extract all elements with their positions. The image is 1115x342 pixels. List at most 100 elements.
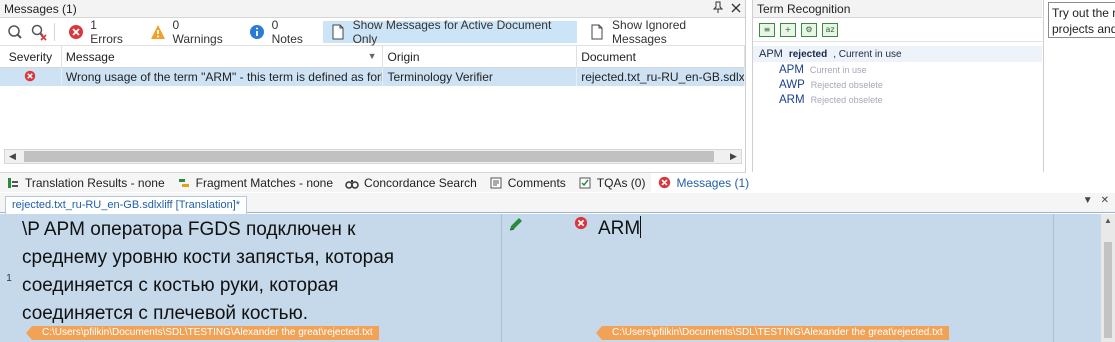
term-source: APM (759, 48, 783, 60)
concordance-icon (345, 176, 359, 190)
term-status: Current in use (809, 64, 867, 75)
clear-messages-icon[interactable] (30, 23, 48, 41)
fragment-matches-icon (177, 176, 191, 190)
source-line: среднему уровню кости запястья, которая (22, 247, 395, 268)
errors-filter-button[interactable]: 1 Errors (61, 17, 137, 46)
error-icon (657, 176, 671, 190)
term-sort-icon[interactable]: az (822, 22, 838, 37)
scroll-thumb[interactable] (24, 151, 714, 162)
term-add-icon[interactable]: + (780, 22, 796, 37)
close-messages-button[interactable] (727, 2, 745, 16)
show-ignored-toggle[interactable]: Show Ignored Messages (583, 17, 745, 46)
tip-line: projects and (1052, 22, 1115, 36)
tip-box[interactable]: Try out the r projects and (1048, 2, 1115, 38)
error-icon[interactable] (574, 216, 588, 233)
target-path-tag: C:\Users\pfilkin\Documents\SDL\TESTING\A… (596, 326, 949, 340)
messages-grid-header: Severity Message ▼ Origin Document (0, 46, 745, 68)
column-header-document[interactable]: Document (577, 46, 745, 68)
source-segment[interactable]: \P APM оператора FGDS подключен к средне… (18, 214, 502, 342)
tab-label: Concordance Search (364, 175, 477, 190)
source-text: \P APM оператора FGDS подключен к средне… (22, 216, 492, 328)
term-entry[interactable]: AWP Rejected obselete (753, 77, 1042, 92)
table-row[interactable]: Wrong usage of the term "ARM" - this ter… (0, 68, 745, 86)
target-text[interactable]: ARM (598, 215, 642, 243)
tab-messages[interactable]: Messages (1) (651, 172, 756, 193)
scroll-thumb[interactable] (1104, 242, 1112, 338)
tab-list-dropdown-icon[interactable]: ▼ (1083, 195, 1093, 206)
tab-label: Fragment Matches - none (195, 175, 334, 190)
toolbar-separator (54, 22, 55, 41)
term-source-entry[interactable]: APM rejected , Current in use (753, 46, 1042, 62)
edited-pencil-icon (508, 216, 524, 235)
error-icon (24, 70, 36, 85)
term-recognition-toolbar: ≡ + ⚙ az (753, 18, 1042, 42)
source-path-tag: C:\Users\pfilkin\Documents\SDL\TESTING\A… (26, 326, 379, 340)
warning-icon (149, 23, 166, 41)
source-line: \P APM оператора FGDS подключен к (22, 219, 356, 240)
source-line: соединяется с костью руки, которая (22, 275, 339, 296)
document-icon (589, 23, 606, 41)
term-view-icon[interactable]: ≡ (759, 22, 775, 37)
row-severity-cell (0, 68, 62, 86)
active-document-only-label: Show Messages for Active Document Only (352, 17, 552, 46)
tqa-icon (578, 176, 592, 190)
scroll-left-icon[interactable]: ◀ (5, 150, 20, 163)
pin-icon[interactable] (709, 1, 727, 16)
segment-extra-column (1055, 214, 1100, 342)
notes-filter-label: 0 Notes (271, 17, 303, 46)
column-header-severity[interactable]: Severity (0, 46, 62, 68)
messages-horizontal-scrollbar[interactable]: ◀ ▶ (4, 149, 742, 164)
errors-filter-label: 1 Errors (90, 17, 123, 46)
column-header-origin[interactable]: Origin (383, 46, 578, 68)
tip-line: Try out the r (1052, 6, 1115, 20)
document-tab-bar: rejected.txt_ru-RU_en-GB.sdlxliff [Trans… (0, 193, 1115, 214)
scroll-up-icon[interactable]: ▲ (1101, 214, 1115, 228)
warnings-filter-button[interactable]: 0 Warnings (143, 17, 236, 46)
document-tab[interactable]: rejected.txt_ru-RU_en-GB.sdlxliff [Trans… (5, 196, 248, 214)
term-status: Rejected obselete (810, 79, 883, 90)
target-segment[interactable]: ARM C:\Users\pfilkin\Documents\SDL\TESTI… (592, 214, 1054, 342)
tab-fragment-matches[interactable]: Fragment Matches - none (171, 173, 339, 193)
scroll-track[interactable] (20, 150, 726, 163)
notes-filter-button[interactable]: 0 Notes (242, 17, 317, 46)
messages-toolbar: 1 Errors 0 Warnings 0 Notes Show Message… (0, 18, 745, 46)
document-icon (329, 23, 346, 41)
editor-grid: 1 \P APM оператора FGDS подключен к сред… (0, 214, 1115, 342)
document-tab-controls: ▼ ✕ (1083, 195, 1109, 206)
scroll-right-icon[interactable]: ▶ (726, 150, 741, 163)
refresh-messages-icon[interactable] (6, 23, 24, 41)
tab-comments[interactable]: Comments (483, 173, 572, 193)
term-recognition-panel: Term Recognition ≡ + ⚙ az APM rejected ,… (752, 0, 1042, 172)
show-ignored-label: Show Ignored Messages (612, 17, 687, 46)
messages-panel-header: Messages (1) (0, 0, 745, 18)
tip-panel: Try out the r projects and (1043, 0, 1115, 172)
row-origin-cell: Terminology Verifier (383, 68, 578, 86)
tab-label: Comments (507, 175, 566, 190)
comments-icon (489, 176, 503, 190)
tab-translation-results[interactable]: Translation Results - none (0, 173, 171, 193)
term-entry[interactable]: APM Current in use (753, 62, 1042, 77)
text-caret (640, 216, 642, 238)
tab-label: Translation Results - none (25, 175, 165, 190)
column-header-message[interactable]: Message ▼ (62, 46, 384, 68)
term-text: APM (779, 63, 804, 76)
info-icon (248, 23, 265, 41)
term-entry[interactable]: ARM Rejected obselete (753, 92, 1042, 107)
editor-vertical-scrollbar[interactable]: ▲ (1101, 214, 1115, 342)
term-status: Rejected obselete (810, 94, 883, 105)
translation-results-icon (6, 176, 20, 190)
source-line: соединяется с плечевой костью. (22, 303, 309, 324)
term-settings-icon[interactable]: ⚙ (801, 22, 817, 37)
tab-concordance-search[interactable]: Concordance Search (339, 173, 483, 193)
close-document-icon[interactable]: ✕ (1101, 195, 1109, 206)
tab-label: TQAs (0) (596, 175, 646, 190)
tab-tqas[interactable]: TQAs (0) (572, 173, 652, 193)
segment-number: 1 (0, 214, 18, 342)
messages-panel: Messages (1) 1 Errors 0 Warnings 0 Notes… (0, 0, 746, 172)
term-recognition-header: Term Recognition (753, 0, 1042, 18)
active-document-only-toggle[interactable]: Show Messages for Active Document Only (323, 17, 577, 46)
term-status-bold: rejected (788, 48, 828, 60)
target-text-value: ARM (598, 218, 641, 239)
warnings-filter-label: 0 Warnings (172, 17, 223, 46)
column-header-message-label: Message (65, 50, 115, 64)
